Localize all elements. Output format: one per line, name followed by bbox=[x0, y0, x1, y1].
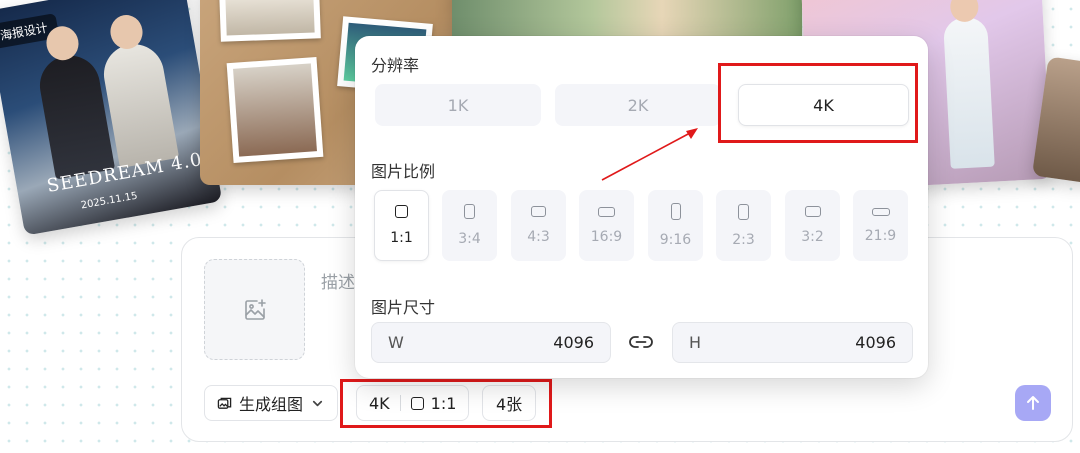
ratio-3-2-icon bbox=[804, 206, 821, 217]
width-value: 4096 bbox=[553, 333, 594, 352]
highlight-box-4k bbox=[718, 63, 918, 143]
ratio-16-9-icon bbox=[598, 206, 615, 217]
ratio-option-9-16[interactable]: 9:16 bbox=[648, 190, 703, 261]
ratio-label: 2:3 bbox=[732, 231, 755, 248]
width-field[interactable]: W 4096 bbox=[371, 322, 611, 363]
ratio-label: 4:3 bbox=[527, 229, 550, 245]
add-image-icon bbox=[244, 298, 266, 320]
chevron-down-icon bbox=[312, 400, 323, 406]
ratio-label: 9:16 bbox=[659, 232, 692, 248]
image-settings-popover: 分辨率 1K 2K 4K 图片比例 1:1 3:4 4:3 16:9 9:16 … bbox=[355, 36, 928, 378]
poster-date: 2025.11.15 bbox=[80, 190, 139, 212]
ratio-option-3-4[interactable]: 3:4 bbox=[442, 190, 497, 261]
ratio-option-16-9[interactable]: 16:9 bbox=[579, 190, 634, 261]
mode-dropdown[interactable]: 生成组图 bbox=[204, 385, 339, 421]
ratio-3-4-icon bbox=[464, 204, 475, 219]
ratio-option-4-3[interactable]: 4:3 bbox=[511, 190, 566, 261]
image-set-icon bbox=[217, 397, 232, 409]
height-label: H bbox=[689, 333, 702, 352]
ratio-1-1-icon bbox=[395, 205, 408, 218]
nurse-figure bbox=[942, 16, 995, 169]
send-button[interactable] bbox=[1015, 385, 1051, 421]
ratio-label: 3:4 bbox=[458, 231, 481, 247]
ratio-label: 3:2 bbox=[801, 229, 824, 245]
ratio-label: 16:9 bbox=[590, 228, 623, 245]
ratio-2-3-icon bbox=[738, 203, 749, 220]
board-photo bbox=[219, 0, 321, 42]
ratio-21-9-icon bbox=[871, 207, 890, 216]
link-icon[interactable] bbox=[628, 333, 654, 351]
ratio-label: 21:9 bbox=[864, 227, 897, 244]
height-value: 4096 bbox=[855, 333, 896, 352]
mode-label: 生成组图 bbox=[239, 395, 304, 414]
ratio-9-16-icon bbox=[670, 203, 681, 220]
ratio-option-3-2[interactable]: 3:2 bbox=[785, 190, 840, 261]
height-field[interactable]: H 4096 bbox=[672, 322, 913, 363]
resolution-title: 分辨率 bbox=[371, 56, 420, 75]
ratio-option-21-9[interactable]: 21:9 bbox=[853, 190, 908, 261]
yard-scene-card[interactable] bbox=[452, 0, 802, 40]
poster-design-card[interactable]: 海报设计 SEEDREAM 4.0 2025.11.15 bbox=[0, 0, 223, 236]
width-label: W bbox=[388, 333, 404, 352]
resolution-option-1k[interactable]: 1K bbox=[375, 84, 541, 126]
size-title: 图片尺寸 bbox=[371, 298, 436, 317]
arrow-up-icon bbox=[1027, 396, 1039, 410]
ratio-title: 图片比例 bbox=[371, 162, 436, 181]
ratio-option-2-3[interactable]: 2:3 bbox=[716, 190, 771, 261]
ratio-4-3-icon bbox=[531, 206, 546, 217]
board-photo bbox=[226, 56, 324, 164]
ratio-option-1-1[interactable]: 1:1 bbox=[374, 190, 429, 261]
highlight-box-chips bbox=[340, 379, 552, 428]
image-upload-button[interactable] bbox=[204, 259, 305, 360]
resolution-option-2k[interactable]: 2K bbox=[555, 84, 721, 126]
ratio-label: 1:1 bbox=[390, 230, 413, 246]
